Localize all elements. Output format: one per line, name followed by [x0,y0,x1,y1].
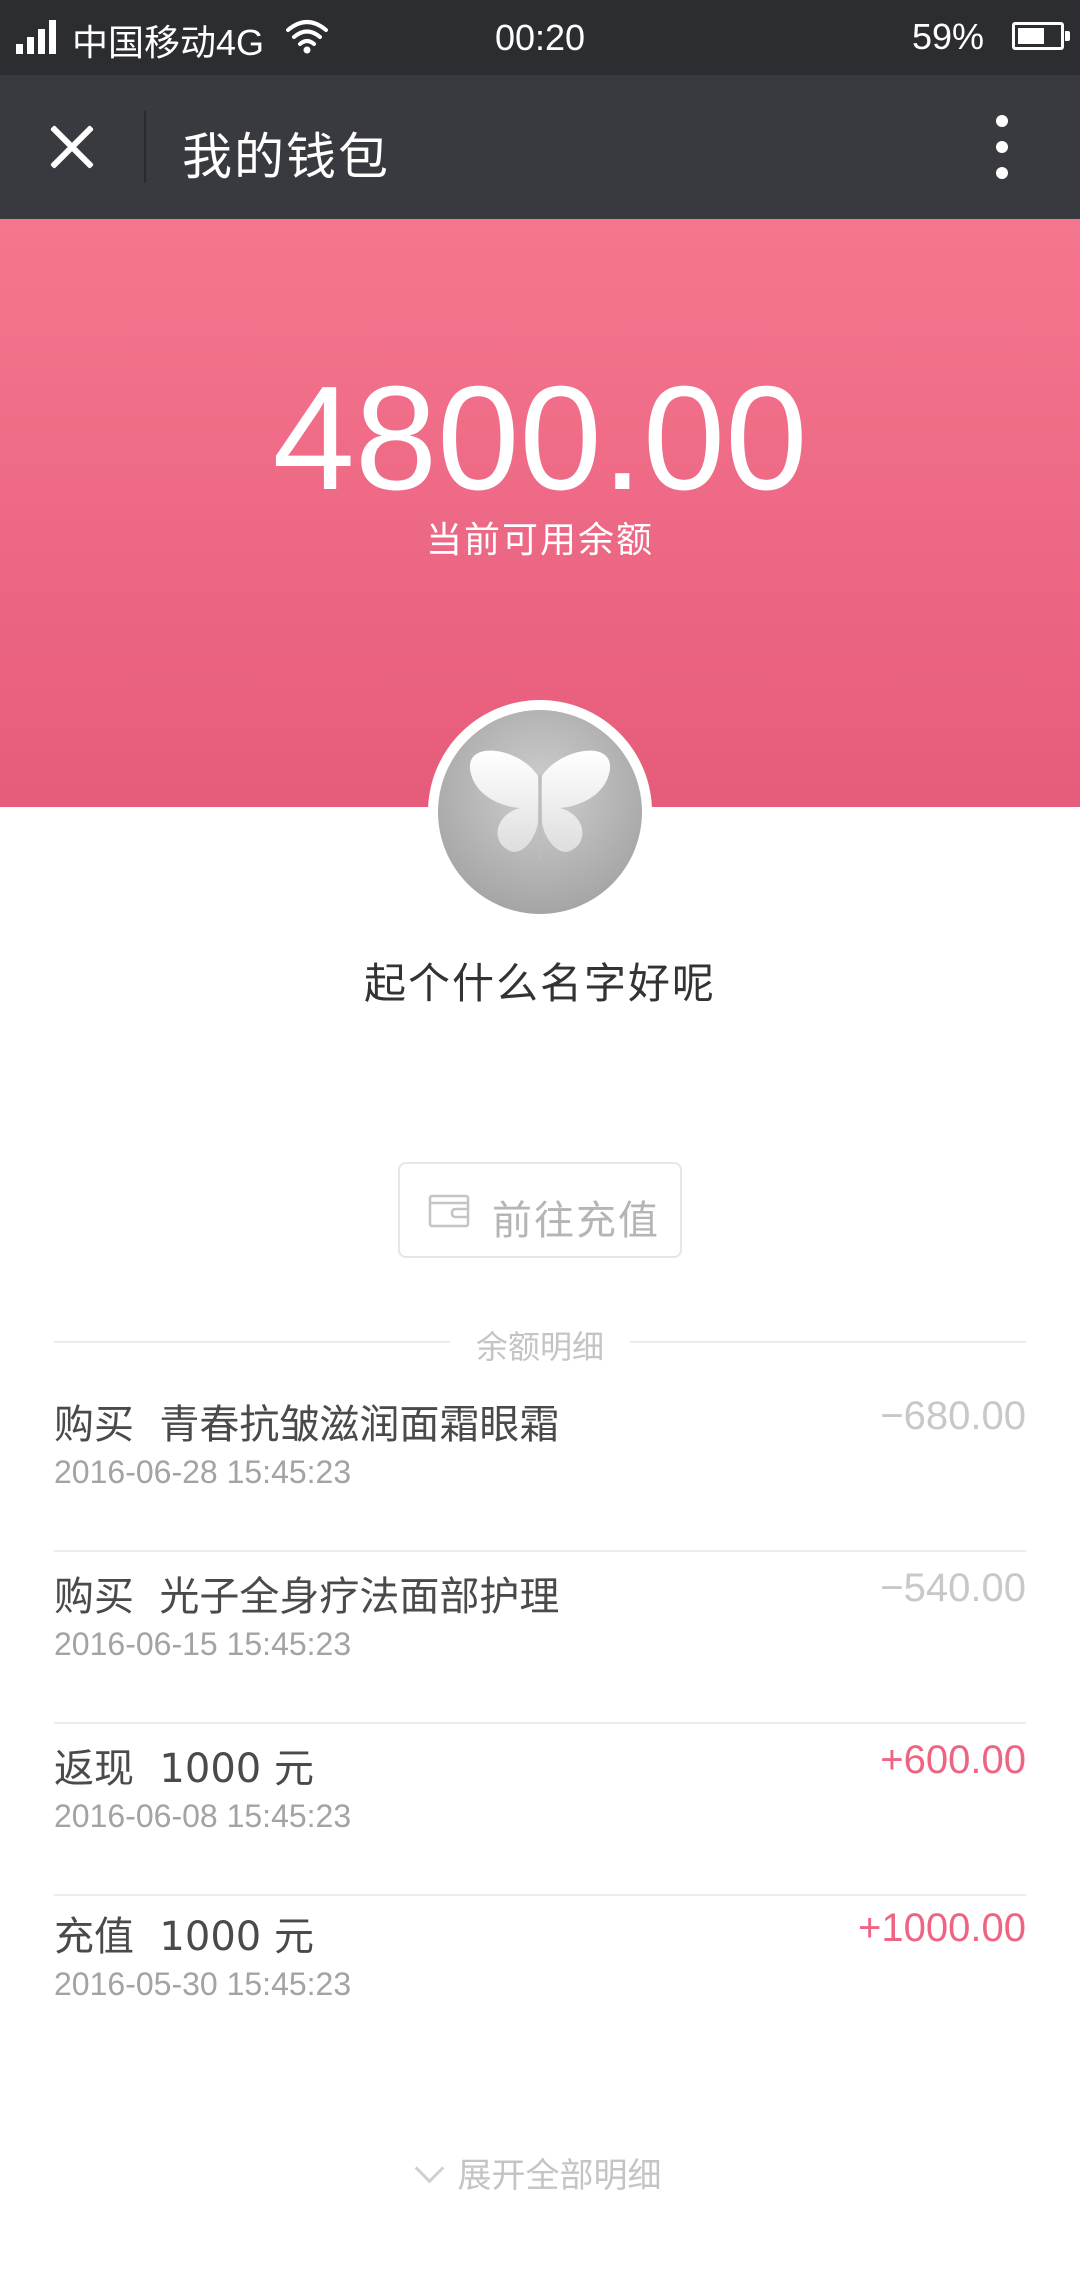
recharge-button[interactable]: 前往充值 [398,1162,682,1258]
close-icon[interactable] [36,111,108,183]
more-vertical-icon[interactable] [984,115,1020,179]
transaction-amount: +1000.00 [858,1906,1026,1950]
transaction-row[interactable]: 购买 光子全身疗法面部护理 2016-06-15 15:45:23 −540.0… [54,1552,1026,1724]
transaction-date: 2016-05-30 15:45:23 [54,1966,352,2002]
page-title: 我的钱包 [182,128,390,186]
recharge-label: 前往充值 [492,1198,660,1244]
transaction-row[interactable]: 返现 1000 元 2016-06-08 15:45:23 +600.00 [54,1724,1026,1896]
details-header: 余额明细 [54,1314,1026,1370]
balance-label: 当前可用余额 [425,520,654,561]
app-bar: 我的钱包 [0,75,1080,219]
user-name: 起个什么名字好呢 [363,959,716,1008]
avatar-image [438,710,642,914]
transaction-amount: −540.00 [880,1566,1026,1610]
transaction-row[interactable]: 充值 1000 元 2016-05-30 15:45:23 +1000.00 [54,1892,1026,2064]
transaction-description: 购买 青春抗皱滋润面霜眼霜 [54,1402,560,1448]
chevron-down-icon [414,2153,444,2184]
expand-all-button[interactable]: 展开全部明细 [0,2148,1080,2197]
transaction-date: 2016-06-08 15:45:23 [54,1798,352,1834]
avatar[interactable] [428,700,652,924]
divider [144,111,146,183]
wallet-icon [428,1194,470,1228]
status-bar: 中国移动4G 00:20 59% [0,0,1080,75]
transaction-amount: +600.00 [880,1738,1026,1782]
transaction-row[interactable]: 购买 青春抗皱滋润面霜眼霜 2016-06-28 15:45:23 −680.0… [54,1380,1026,1552]
transaction-amount: −680.00 [880,1394,1026,1438]
battery-icon [1012,22,1070,50]
battery-percent: 59% [911,16,984,57]
transaction-description: 返现 1000 元 [54,1746,314,1792]
transaction-date: 2016-06-28 15:45:23 [54,1454,352,1490]
balance-amount: 4800.00 [272,356,808,521]
transaction-description: 充值 1000 元 [54,1914,314,1960]
expand-label: 展开全部明细 [457,2156,662,2196]
transaction-description: 购买 光子全身疗法面部护理 [54,1574,560,1620]
butterfly-icon [469,750,611,860]
transaction-date: 2016-06-15 15:45:23 [54,1626,352,1662]
details-title: 余额明细 [475,1328,604,1366]
